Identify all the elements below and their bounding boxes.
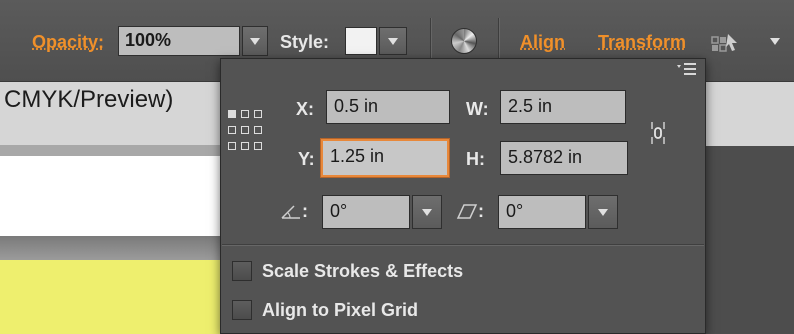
artboard-yellow-object <box>0 260 220 334</box>
scale-strokes-checkbox[interactable] <box>232 261 252 281</box>
transform-panel <box>220 58 706 334</box>
y-label: Y: <box>298 149 315 169</box>
reference-point-locator[interactable] <box>228 110 264 152</box>
align-pixel-grid-checkbox[interactable] <box>232 300 252 320</box>
x-label: X: <box>296 99 314 119</box>
rotate-dropdown-button[interactable] <box>412 195 442 229</box>
scale-strokes-label[interactable]: Scale Strokes & Effects <box>262 261 463 282</box>
chevron-down-icon <box>388 37 398 45</box>
x-position-field[interactable]: 0.5 in <box>326 90 450 124</box>
constrain-proportions-icon[interactable] <box>648 118 668 148</box>
ref-point-top-center[interactable] <box>241 110 249 118</box>
w-label: W: <box>466 99 489 119</box>
chevron-down-icon <box>770 37 780 45</box>
align-link[interactable]: Align <box>520 32 565 53</box>
y-position-field[interactable]: 1.25 in <box>321 139 449 177</box>
opacity-input[interactable]: 100% <box>118 26 240 56</box>
rotate-icon <box>281 205 300 219</box>
width-field[interactable]: 2.5 in <box>500 90 626 124</box>
rotate-angle-field[interactable]: 0° <box>322 195 410 229</box>
document-tab-title: CMYK/Preview) <box>4 86 174 113</box>
panel-divider <box>222 244 704 245</box>
isolate-object-icon[interactable] <box>710 30 740 54</box>
ref-point-center[interactable] <box>241 126 249 134</box>
style-label: Style: <box>280 32 330 52</box>
height-field[interactable]: 5.8782 in <box>500 141 628 175</box>
chevron-down-icon <box>598 208 608 216</box>
ref-point-top-left[interactable] <box>228 110 236 118</box>
document-tab-right <box>705 82 794 146</box>
more-options-dropdown[interactable] <box>764 30 786 52</box>
artboard-white <box>0 156 220 236</box>
align-pixel-grid-label[interactable]: Align to Pixel Grid <box>262 300 418 321</box>
ref-point-top-right[interactable] <box>254 110 262 118</box>
ref-point-bottom-center[interactable] <box>241 142 249 150</box>
shear-icon <box>456 204 478 219</box>
shear-dropdown-button[interactable] <box>588 195 618 229</box>
transform-link[interactable]: Transform <box>598 32 686 53</box>
ruler-strip <box>0 146 220 156</box>
artboard-gray-band <box>0 236 220 260</box>
chevron-down-icon <box>250 37 260 45</box>
h-label: H: <box>466 149 485 169</box>
ref-point-middle-right[interactable] <box>254 126 262 134</box>
rotate-colon: : <box>302 201 308 221</box>
chevron-down-icon <box>422 208 432 216</box>
shear-angle-field[interactable]: 0° <box>498 195 586 229</box>
graphic-style-swatch[interactable] <box>345 27 377 55</box>
ref-point-bottom-left[interactable] <box>228 142 236 150</box>
opacity-link[interactable]: Opacity: <box>32 32 104 53</box>
panel-menu-icon[interactable] <box>676 62 698 78</box>
ref-point-bottom-right[interactable] <box>254 142 262 150</box>
opacity-dropdown-button[interactable] <box>242 26 268 56</box>
ref-point-middle-left[interactable] <box>228 126 236 134</box>
style-dropdown-button[interactable] <box>379 27 407 55</box>
recolor-artwork-icon[interactable] <box>451 28 477 54</box>
shear-colon: : <box>478 201 484 221</box>
